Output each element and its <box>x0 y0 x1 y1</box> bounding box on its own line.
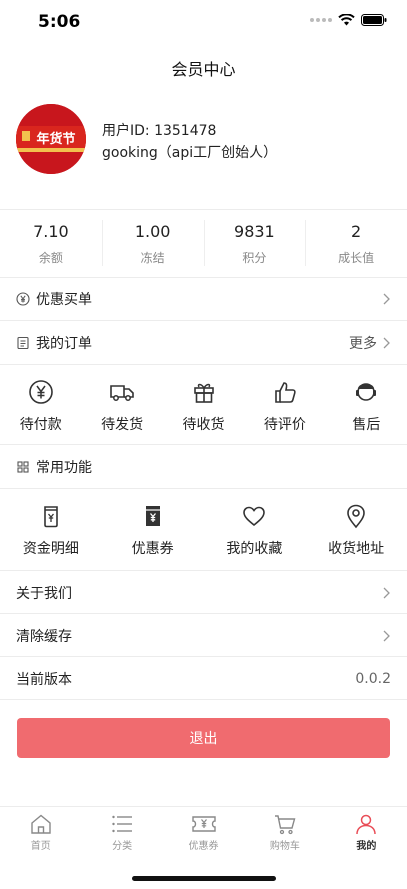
order-status-pending-shipment[interactable]: 待发货 <box>81 378 162 434</box>
tab-label: 购物车 <box>269 841 300 852</box>
tab-coupons[interactable]: 优惠券 <box>163 807 244 856</box>
about-us-label: 关于我们 <box>16 585 72 602</box>
gift-icon <box>193 383 214 403</box>
order-status-after-sales[interactable]: 售后 <box>326 378 407 434</box>
order-status-pending-receipt[interactable]: 待收货 <box>163 378 244 434</box>
logout-button[interactable]: 退出 <box>17 718 390 758</box>
customer-service-icon <box>356 383 377 401</box>
version-row: 当前版本 0.0.2 <box>0 657 407 700</box>
about-us-row[interactable]: 关于我们 <box>0 571 407 614</box>
tab-label: 分类 <box>112 841 133 852</box>
order-status-label: 待付款 <box>19 417 62 433</box>
stat-growth[interactable]: 2 成长值 <box>305 210 407 276</box>
tab-label: 我的 <box>356 841 377 852</box>
cart-icon <box>274 815 296 835</box>
user-icon <box>356 814 377 835</box>
version-label: 当前版本 <box>16 671 72 688</box>
functions-grid: 资金明细 优惠券 我的收藏 收货地址 <box>0 502 407 558</box>
coupon-buy-label: 优惠买单 <box>36 291 92 308</box>
home-icon <box>31 814 51 834</box>
page-title: 会员中心 <box>171 60 236 79</box>
avatar-text: 年货节 <box>36 131 75 147</box>
stat-frozen[interactable]: 1.00 冻结 <box>101 210 204 276</box>
stat-value: 1.00 <box>134 222 171 241</box>
tab-label: 优惠券 <box>188 841 219 852</box>
order-status-pending-review[interactable]: 待评价 <box>244 378 325 434</box>
coupon-icon <box>145 506 160 526</box>
user-name: gooking（api工厂创始人） <box>102 145 278 161</box>
chevron-right-icon <box>383 293 390 304</box>
function-coupons[interactable]: 优惠券 <box>102 502 204 558</box>
tab-category[interactable]: 分类 <box>81 807 162 856</box>
status-icons <box>310 14 387 26</box>
status-bar: 5:06 <box>0 0 407 44</box>
stat-value: 9831 <box>234 222 275 241</box>
function-addresses[interactable]: 收货地址 <box>305 502 407 558</box>
function-label: 资金明细 <box>22 541 79 557</box>
stat-value: 2 <box>351 222 362 241</box>
tab-bar: 首页 分类 优惠券 购物车 我的 <box>0 806 407 856</box>
yen-circle-icon <box>28 380 53 404</box>
divider <box>0 488 407 489</box>
function-label: 优惠券 <box>131 541 174 557</box>
list-icon <box>112 815 133 833</box>
wifi-icon <box>338 14 355 26</box>
stat-label: 冻结 <box>140 251 165 265</box>
thumb-up-icon <box>275 382 296 403</box>
coupon-buy-row[interactable]: 优惠买单 <box>0 277 407 320</box>
stat-points[interactable]: 9831 积分 <box>203 210 306 276</box>
avatar[interactable]: 年货节 <box>16 104 86 174</box>
orders-more-link[interactable]: 更多 <box>349 333 391 353</box>
profile-card[interactable]: 年货节 用户ID: 1351478 gooking（api工厂创始人） <box>16 104 391 176</box>
function-favorites[interactable]: 我的收藏 <box>204 502 306 558</box>
stats-bar: 7.10 余额 1.00 冻结 9831 积分 2 成长值 <box>0 210 407 276</box>
home-indicator <box>132 876 276 881</box>
status-time: 5:06 <box>38 12 81 32</box>
battery-icon <box>361 14 387 26</box>
truck-icon <box>110 385 134 401</box>
avatar-image: 年货节 <box>16 104 86 174</box>
chevron-right-icon <box>383 587 390 598</box>
stat-label: 成长值 <box>338 251 375 265</box>
clear-cache-row[interactable]: 清除缓存 <box>0 614 407 657</box>
order-list-icon <box>17 336 29 349</box>
chevron-right-icon <box>383 630 390 641</box>
stat-balance[interactable]: 7.10 余额 <box>0 210 102 276</box>
chevron-right-icon <box>383 337 390 348</box>
my-orders-row[interactable]: 我的订单 更多 <box>0 321 407 364</box>
signal-icon <box>310 18 332 22</box>
ticket-icon <box>191 816 216 832</box>
common-functions-label: 常用功能 <box>36 459 92 476</box>
order-status-label: 售后 <box>352 417 381 433</box>
tab-label: 首页 <box>30 841 51 852</box>
stat-label: 积分 <box>242 251 267 265</box>
stat-label: 余额 <box>38 251 63 265</box>
tab-mine[interactable]: 我的 <box>326 807 407 856</box>
order-status-label: 待评价 <box>263 417 306 433</box>
function-label: 我的收藏 <box>226 541 283 557</box>
divider <box>0 699 407 700</box>
wallet-icon <box>44 506 58 528</box>
divider <box>0 364 407 365</box>
tab-cart[interactable]: 购物车 <box>244 807 325 856</box>
tab-home[interactable]: 首页 <box>0 807 81 856</box>
order-status-grid: 待付款 待发货 待收货 待评价 售后 <box>0 378 407 434</box>
location-icon <box>347 504 365 529</box>
grid-icon <box>17 460 29 473</box>
version-value: 0.0.2 <box>355 670 391 687</box>
yen-icon <box>16 291 30 306</box>
my-orders-label: 我的订单 <box>36 335 92 352</box>
order-status-label: 待发货 <box>101 417 144 433</box>
clear-cache-label: 清除缓存 <box>16 628 72 645</box>
order-status-pending-payment[interactable]: 待付款 <box>0 378 81 434</box>
heart-icon <box>243 506 266 527</box>
function-label: 收货地址 <box>328 541 385 557</box>
function-fund-details[interactable]: 资金明细 <box>0 502 102 558</box>
user-id: 用户ID: 1351478 <box>102 123 217 139</box>
orders-more-label: 更多 <box>349 335 377 352</box>
common-functions-header: 常用功能 <box>0 445 407 488</box>
stat-value: 7.10 <box>33 222 69 241</box>
order-status-label: 待收货 <box>182 417 225 433</box>
